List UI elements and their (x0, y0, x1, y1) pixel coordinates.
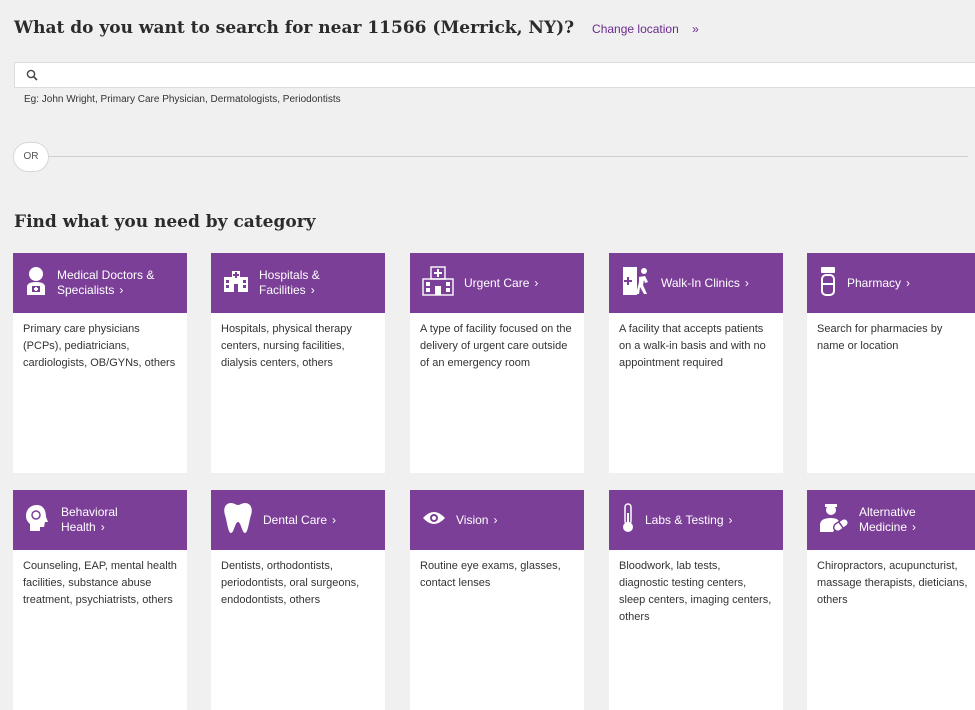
search-question: What do you want to search for near 1156… (14, 18, 575, 38)
search-input[interactable] (47, 66, 951, 86)
category-title[interactable]: Hospitals & Facilities › (259, 268, 320, 298)
category-card-header[interactable]: Labs & Testing › (609, 490, 783, 550)
category-card-header[interactable]: Behavioral Health › (13, 490, 187, 550)
category-title[interactable]: Urgent Care › (464, 276, 538, 291)
category-title-line: Vision (456, 512, 489, 527)
chevron-right-icon: › (100, 520, 105, 534)
category-title[interactable]: Medical Doctors & Specialists › (57, 268, 154, 298)
search-example-hint: Eg: John Wright, Primary Care Physician,… (24, 94, 341, 105)
category-card-header[interactable]: Vision › (410, 490, 584, 550)
search-icon (26, 69, 38, 81)
category-title[interactable]: Pharmacy › (847, 276, 910, 291)
category-title[interactable]: Dental Care › (263, 513, 336, 528)
or-divider-line (40, 156, 968, 157)
category-title[interactable]: Walk-In Clinics › (661, 276, 749, 291)
change-location-label[interactable]: Change location (592, 22, 679, 36)
category-description: Chiropractors, acupuncturist, massage th… (807, 550, 975, 710)
chevron-right-icon: › (119, 283, 124, 297)
category-title-line: Alternative (859, 505, 916, 519)
category-title-line: Specialists (57, 283, 115, 297)
category-section-title: Find what you need by category (14, 212, 316, 232)
category-description: Hospitals, physical therapy centers, nur… (211, 313, 385, 473)
category-card[interactable]: Hospitals & Facilities › Hospitals, physica… (211, 253, 385, 473)
change-location-link[interactable]: Change location » (592, 22, 699, 36)
category-title-line: Facilities (259, 283, 306, 297)
doctor-icon (25, 266, 47, 301)
category-title[interactable]: Alternative Medicine › (859, 505, 916, 535)
category-title-line: Pharmacy (847, 275, 902, 290)
chevron-right-icon: › (493, 512, 498, 527)
category-title-line: Urgent Care (464, 275, 530, 290)
page-heading: What do you want to search for near 1156… (14, 18, 699, 38)
category-card-header[interactable]: Hospitals & Facilities › (211, 253, 385, 313)
category-card[interactable]: Dental Care › Dentists, orthodontists, per… (211, 490, 385, 710)
category-title[interactable]: Vision › (456, 513, 497, 528)
chevron-right-icon: › (744, 275, 749, 290)
chevron-right-icon: › (912, 520, 917, 534)
category-description: A facility that accepts patients on a wa… (609, 313, 783, 473)
category-title-line: Health (61, 520, 96, 534)
chevron-right-icon: › (534, 275, 539, 290)
category-description: Routine eye exams, glasses, contact lens… (410, 550, 584, 710)
category-title-line: Medical Doctors & (57, 268, 155, 282)
tooth-icon (223, 502, 253, 539)
category-title[interactable]: Labs & Testing › (645, 513, 733, 528)
search-bar[interactable] (14, 62, 975, 88)
chevron-right-icon: › (906, 275, 911, 290)
chevron-right-icon: › (728, 512, 733, 527)
category-description: Dentists, orthodontists, periodontists, … (211, 550, 385, 710)
category-title-line: Medicine (859, 520, 908, 534)
behavioral-health-icon (25, 504, 51, 537)
category-title-line: Walk-In Clinics (661, 275, 740, 290)
thermometer-icon (621, 502, 635, 538)
double-chevron-icon: » (692, 22, 699, 36)
category-card[interactable]: Walk-In Clinics › A facility that accepts … (609, 253, 783, 473)
category-title[interactable]: Behavioral Health › (61, 505, 118, 535)
category-card-header[interactable]: Medical Doctors & Specialists › (13, 253, 187, 313)
category-card-header[interactable]: Dental Care › (211, 490, 385, 550)
category-description: Search for pharmacies by name or locatio… (807, 313, 975, 473)
chevron-right-icon: › (332, 512, 337, 527)
category-description: Bloodwork, lab tests, diagnostic testing… (609, 550, 783, 710)
category-card-header[interactable]: Urgent Care › (410, 253, 584, 313)
pharmacy-icon (819, 266, 837, 301)
chevron-right-icon: › (310, 283, 315, 297)
category-card[interactable]: Pharmacy › Search for pharmacies by name o… (807, 253, 975, 473)
category-title-line: Behavioral (61, 505, 118, 519)
category-description: A type of facility focused on the delive… (410, 313, 584, 473)
category-card[interactable]: Vision › Routine eye exams, glasses, conta… (410, 490, 584, 710)
category-card[interactable]: Medical Doctors & Specialists › Primary car… (13, 253, 187, 473)
category-card[interactable]: Behavioral Health › Counseling, EAP, mental… (13, 490, 187, 710)
category-title-line: Dental Care (263, 512, 328, 527)
category-card[interactable]: Labs & Testing › Bloodwork, lab tests, dia… (609, 490, 783, 710)
category-description: Primary care physicians (PCPs), pediatri… (13, 313, 187, 473)
category-card-header[interactable]: Walk-In Clinics › (609, 253, 783, 313)
category-card-header[interactable]: Alternative Medicine › (807, 490, 975, 550)
category-title-line: Labs & Testing (645, 512, 724, 527)
alternative-medicine-icon (819, 503, 850, 538)
category-description: Counseling, EAP, mental health facilitie… (13, 550, 187, 710)
hospital-icon (223, 270, 249, 297)
or-badge: OR (13, 142, 49, 172)
category-card[interactable]: Urgent Care › A type of facility focused o… (410, 253, 584, 473)
urgent-care-icon (422, 265, 454, 301)
walk-in-icon (621, 266, 651, 301)
category-card-header[interactable]: Pharmacy › (807, 253, 975, 313)
category-card[interactable]: Alternative Medicine › Chiropractors, acupu… (807, 490, 975, 710)
eye-icon (422, 510, 446, 531)
category-title-line: Hospitals & (259, 268, 320, 282)
